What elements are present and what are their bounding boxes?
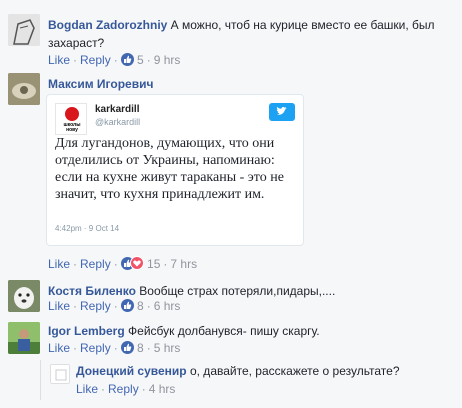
like-button[interactable]: Like: [48, 257, 70, 271]
comment-text-line: Костя Биленко Вообще страх потеряли,пида…: [48, 283, 335, 299]
tweet-handle[interactable]: @karkardill: [95, 117, 140, 127]
reaction-count[interactable]: 15: [147, 257, 160, 271]
twitter-bird-icon: [276, 106, 287, 115]
separator: ·: [163, 257, 168, 271]
reply-button[interactable]: Reply: [80, 257, 111, 271]
comment-text-line: Максим Игоревич: [48, 76, 153, 92]
comment-author[interactable]: Igor Lemberg: [48, 324, 125, 338]
comment-text: Фейсбук долбанувся- пишу скаргу.: [128, 324, 320, 338]
comment-author[interactable]: Костя Биленко: [48, 284, 136, 298]
comment-author[interactable]: Максим Игоревич: [48, 77, 153, 91]
reaction-count[interactable]: 8: [137, 341, 144, 355]
reply-button[interactable]: Reply: [80, 53, 111, 67]
reaction-count[interactable]: 5: [137, 53, 144, 67]
avatar[interactable]: [8, 322, 40, 354]
tweet-timestamp[interactable]: 4:42pm · 9 Oct 14: [55, 224, 119, 233]
timestamp[interactable]: 6 hrs: [154, 299, 181, 313]
tweet-avatar[interactable]: школы нову: [55, 103, 87, 135]
comment-author[interactable]: Донецкий сувенир: [76, 364, 187, 378]
like-icon[interactable]: [120, 299, 134, 312]
timestamp[interactable]: 5 hrs: [154, 341, 181, 355]
twitter-follow-button[interactable]: [269, 103, 295, 121]
avatar[interactable]: [50, 364, 70, 384]
separator: ·: [73, 341, 78, 355]
separator: ·: [146, 53, 151, 67]
separator: ·: [113, 341, 118, 355]
separator: ·: [73, 299, 78, 313]
love-icon[interactable]: [129, 256, 144, 270]
like-button[interactable]: Like: [48, 299, 70, 313]
comment-text-line: Донецкий сувенир о, давайте, расскажете …: [76, 363, 400, 379]
comment-actions: Like · Reply · 8 · 6 hrs: [48, 298, 180, 314]
separator: ·: [113, 53, 118, 67]
separator: ·: [101, 382, 106, 396]
timestamp[interactable]: 9 hrs: [154, 53, 181, 67]
timestamp[interactable]: 4 hrs: [149, 382, 176, 396]
comment-actions: Like · Reply · 8 · 5 hrs: [48, 340, 180, 356]
like-icon[interactable]: [120, 341, 134, 354]
timestamp[interactable]: 7 hrs: [170, 257, 197, 271]
like-button[interactable]: Like: [76, 382, 98, 396]
comment-actions: Like · Reply · 4 hrs: [76, 381, 175, 397]
comment-author[interactable]: Bogdan Zadorozhniy: [48, 18, 167, 32]
comment-text-line: Igor Lemberg Фейсбук долбанувся- пишу ск…: [48, 323, 320, 339]
tweet-logo-mark: [65, 107, 79, 121]
separator: ·: [141, 382, 146, 396]
comment-text: захараст?: [48, 36, 105, 50]
embedded-tweet[interactable]: школы нову karkardill @karkardill Для лу…: [46, 94, 304, 246]
reaction-count[interactable]: 8: [137, 299, 144, 313]
avatar[interactable]: [8, 73, 40, 105]
comment-text: о, давайте, расскажете о результате?: [189, 364, 400, 378]
comment-actions: Like · Reply · 5 · 9 hrs: [48, 52, 180, 68]
avatar[interactable]: [8, 14, 40, 46]
comment-text-line: захараст?: [48, 35, 104, 51]
reply-button[interactable]: Reply: [108, 382, 139, 396]
tweet-logo-label: школы нову: [63, 122, 81, 133]
reply-thread-line: [40, 360, 41, 400]
separator: ·: [113, 257, 118, 271]
like-button[interactable]: Like: [48, 53, 70, 67]
like-button[interactable]: Like: [48, 341, 70, 355]
tweet-username[interactable]: karkardill: [95, 104, 139, 115]
reply-button[interactable]: Reply: [80, 341, 111, 355]
avatar[interactable]: [8, 280, 40, 312]
comment-text: Вообще страх потеряли,пидары,....: [139, 284, 336, 298]
reply-button[interactable]: Reply: [80, 299, 111, 313]
comment-text-line: Bogdan Zadorozhniy А можно, чтоб на кури…: [48, 17, 435, 33]
comment-text: А можно, чтоб на курице вместо ее башки,…: [170, 18, 435, 32]
separator: ·: [73, 257, 78, 271]
separator: ·: [146, 341, 151, 355]
separator: ·: [113, 299, 118, 313]
comment-actions: Like · Reply · 15 · 7 hrs: [48, 256, 197, 272]
tweet-body: Для лугандонов, думающих, что они отдели…: [55, 136, 284, 202]
separator: ·: [146, 299, 151, 313]
like-icon[interactable]: [120, 53, 134, 66]
separator: ·: [73, 53, 78, 67]
